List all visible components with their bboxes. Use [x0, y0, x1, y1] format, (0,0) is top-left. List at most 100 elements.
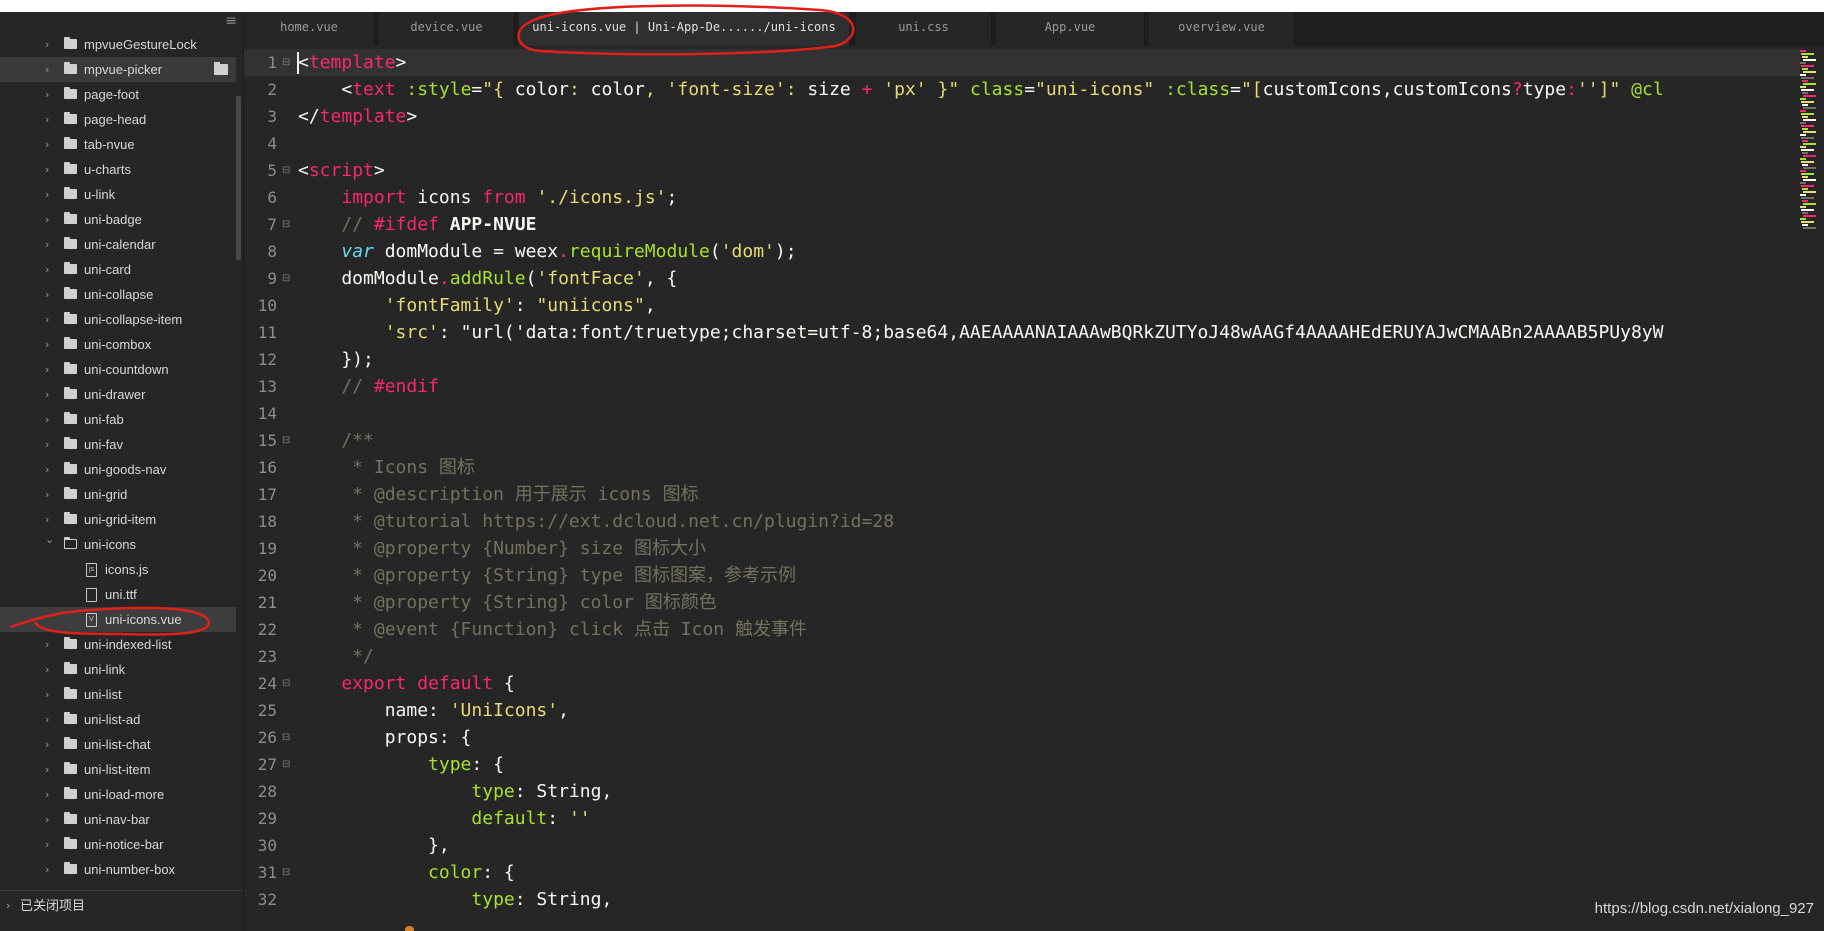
tree-item-mpvuegesturelock[interactable]: › mpvueGestureLock — [0, 32, 236, 57]
chevron-right-icon[interactable]: › — [45, 407, 49, 432]
code-line[interactable]: import icons from './icons.js'; — [298, 184, 677, 211]
tree-item-uni-collapse-item[interactable]: › uni-collapse-item — [0, 307, 236, 332]
tree-item-uni-fab[interactable]: › uni-fab — [0, 407, 236, 432]
tree-item-u-link[interactable]: › u-link — [0, 182, 236, 207]
code-editor[interactable]: 1 ⊟ <template> 2 <text :style="{ color: col… — [244, 46, 1800, 931]
tab-uni-css[interactable]: uni.css — [856, 12, 992, 46]
code-line[interactable]: */ — [298, 643, 374, 670]
chevron-right-icon[interactable]: › — [45, 482, 49, 507]
code-line[interactable]: export default { — [298, 670, 514, 697]
tree-item-uni-fav[interactable]: › uni-fav — [0, 432, 236, 457]
tab-app-vue[interactable]: App.vue — [996, 12, 1145, 46]
chevron-right-icon[interactable]: › — [45, 182, 49, 207]
code-line[interactable]: * Icons 图标 — [298, 454, 475, 481]
tab-uni-icons-vue[interactable]: uni-icons.vue | Uni-App-De....../uni-ico… — [519, 12, 850, 46]
code-line[interactable]: <template> — [298, 49, 406, 76]
chevron-right-icon[interactable]: › — [45, 757, 49, 782]
tree-item-uni-ttf[interactable]: uni.ttf — [0, 582, 236, 607]
chevron-right-icon[interactable]: › — [45, 307, 49, 332]
tree-item-uni-card[interactable]: › uni-card — [0, 257, 236, 282]
chevron-down-icon[interactable]: ⌄ — [45, 527, 54, 552]
tree-item-uni-indexed-list[interactable]: › uni-indexed-list — [0, 632, 236, 657]
code-line[interactable]: 'src': "url('data:font/truetype;charset=… — [298, 319, 1664, 346]
chevron-right-icon[interactable]: › — [45, 632, 49, 657]
chevron-right-icon[interactable]: › — [45, 707, 49, 732]
tree-item-tab-nvue[interactable]: › tab-nvue — [0, 132, 236, 157]
tree-item-uni-badge[interactable]: › uni-badge — [0, 207, 236, 232]
fold-icon[interactable]: ⊟ — [282, 859, 292, 886]
code-line[interactable]: * @property {String} type 图标图案，参考示例 — [298, 562, 796, 589]
chevron-right-icon[interactable]: › — [45, 232, 49, 257]
chevron-right-icon[interactable]: › — [45, 432, 49, 457]
code-line[interactable]: name: 'UniIcons', — [298, 697, 569, 724]
chevron-right-icon[interactable]: › — [45, 357, 49, 382]
folder-icon[interactable] — [214, 62, 228, 75]
fold-icon[interactable]: ⊟ — [282, 211, 292, 238]
tree-item-uni-list-ad[interactable]: › uni-list-ad — [0, 707, 236, 732]
code-line[interactable]: domModule.addRule('fontFace', { — [298, 265, 677, 292]
chevron-right-icon[interactable]: › — [45, 732, 49, 757]
fold-icon[interactable]: ⊟ — [282, 427, 292, 454]
tree-item-uni-grid[interactable]: › uni-grid — [0, 482, 236, 507]
tab-overview-vue[interactable]: overview.vue — [1149, 12, 1295, 46]
code-line[interactable]: <text :style="{ color: color, 'font-size… — [298, 76, 1663, 103]
code-line[interactable]: var domModule = weex.requireModule('dom'… — [298, 238, 796, 265]
code-line[interactable]: color: { — [298, 859, 515, 886]
menu-icon[interactable]: ≡ — [225, 14, 237, 28]
fold-icon[interactable]: ⊟ — [282, 49, 292, 76]
code-line[interactable]: type: String, — [298, 886, 612, 913]
closed-projects-section[interactable]: › 已关闭项目 — [0, 890, 243, 921]
code-line[interactable]: }, — [298, 832, 450, 859]
fold-icon[interactable]: ⊟ — [282, 751, 292, 778]
fold-icon[interactable]: ⊟ — [282, 724, 292, 751]
chevron-right-icon[interactable]: › — [45, 682, 49, 707]
chevron-right-icon[interactable]: › — [45, 782, 49, 807]
code-line[interactable]: * @tutorial https://ext.dcloud.net.cn/pl… — [298, 508, 894, 535]
code-line[interactable]: type: { — [298, 751, 504, 778]
chevron-right-icon[interactable]: › — [45, 157, 49, 182]
minimap[interactable] — [1800, 46, 1824, 931]
tree-item-icons-js[interactable]: js icons.js — [0, 557, 236, 582]
code-line[interactable]: <script> — [298, 157, 385, 184]
chevron-right-icon[interactable]: › — [45, 57, 49, 82]
chevron-right-icon[interactable]: › — [45, 832, 49, 857]
tab-device-vue[interactable]: device.vue — [379, 12, 515, 46]
code-line[interactable]: /** — [298, 427, 374, 454]
tree-item-uni-combox[interactable]: › uni-combox — [0, 332, 236, 357]
fold-icon[interactable]: ⊟ — [282, 670, 292, 697]
chevron-right-icon[interactable]: › — [45, 382, 49, 407]
tree-item-page-head[interactable]: › page-head — [0, 107, 236, 132]
chevron-right-icon[interactable]: › — [45, 332, 49, 357]
code-line[interactable]: * @property {String} color 图标颜色 — [298, 589, 717, 616]
code-line[interactable]: type: String, — [298, 778, 612, 805]
tree-item-uni-list[interactable]: › uni-list — [0, 682, 236, 707]
tree-item-uni-collapse[interactable]: › uni-collapse — [0, 282, 236, 307]
tree-item-uni-icons[interactable]: ⌄ uni-icons — [0, 532, 236, 557]
code-line[interactable]: // #ifdef APP-NVUE — [298, 211, 536, 238]
tree-item-uni-icons-vue[interactable]: Vuni-icons.vue — [0, 607, 236, 632]
tree-item-uni-drawer[interactable]: › uni-drawer — [0, 382, 236, 407]
tree-item-uni-list-item[interactable]: › uni-list-item — [0, 757, 236, 782]
code-line[interactable]: // #endif — [298, 373, 439, 400]
chevron-right-icon[interactable]: › — [45, 257, 49, 282]
code-line[interactable]: * @description 用于展示 icons 图标 — [298, 481, 698, 508]
chevron-right-icon[interactable]: › — [45, 657, 49, 682]
tree-item-mpvue-picker[interactable]: › mpvue-picker — [0, 57, 236, 82]
chevron-right-icon[interactable]: › — [45, 82, 49, 107]
chevron-right-icon[interactable]: › — [45, 807, 49, 832]
chevron-right-icon[interactable]: › — [45, 457, 49, 482]
chevron-right-icon[interactable]: › — [45, 132, 49, 157]
chevron-right-icon[interactable]: › — [45, 32, 49, 57]
code-line[interactable]: 'fontFamily': "uniicons", — [298, 292, 656, 319]
tree-item-page-foot[interactable]: › page-foot — [0, 82, 236, 107]
fold-icon[interactable]: ⊟ — [282, 265, 292, 292]
tree-item-uni-goods-nav[interactable]: › uni-goods-nav — [0, 457, 236, 482]
tree-item-uni-nav-bar[interactable]: › uni-nav-bar — [0, 807, 236, 832]
sidebar-scrollbar[interactable] — [236, 96, 241, 260]
tree-item-uni-link[interactable]: › uni-link — [0, 657, 236, 682]
chevron-right-icon[interactable]: › — [45, 282, 49, 307]
tree-item-uni-notice-bar[interactable]: › uni-notice-bar — [0, 832, 236, 857]
tree-item-u-charts[interactable]: › u-charts — [0, 157, 236, 182]
tree-item-uni-calendar[interactable]: › uni-calendar — [0, 232, 236, 257]
code-line[interactable]: props: { — [298, 724, 472, 751]
